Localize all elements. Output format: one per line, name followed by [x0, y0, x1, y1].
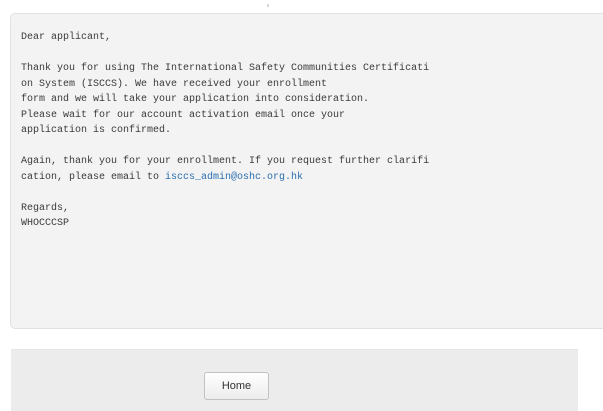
message-line: Thank you for using The International Sa…	[21, 63, 430, 74]
message-body: Dear applicant, Thank you for using The …	[21, 30, 601, 232]
message-line: application is confirmed.	[21, 125, 172, 136]
closing-text: Regards,	[21, 202, 70, 214]
message-line: form and we will take your application i…	[21, 94, 370, 105]
message-line: on System (ISCCS). We have received your…	[21, 78, 328, 90]
message-line: Again, thank you for your enrollment. If…	[21, 156, 430, 167]
message-line: cation, please email to	[21, 171, 166, 183]
home-button[interactable]: Home	[204, 372, 269, 400]
message-panel: Dear applicant, Thank you for using The …	[10, 13, 603, 329]
signature-text: WHOCCCSP	[21, 218, 70, 229]
admin-email-link[interactable]: isccs_admin@oshc.org.hk	[165, 172, 303, 183]
footer-bar: Home	[11, 349, 578, 411]
top-divider-mark	[267, 4, 269, 7]
message-line: Please wait for our account activation e…	[21, 109, 346, 121]
greeting-text: Dear applicant,	[21, 32, 112, 43]
